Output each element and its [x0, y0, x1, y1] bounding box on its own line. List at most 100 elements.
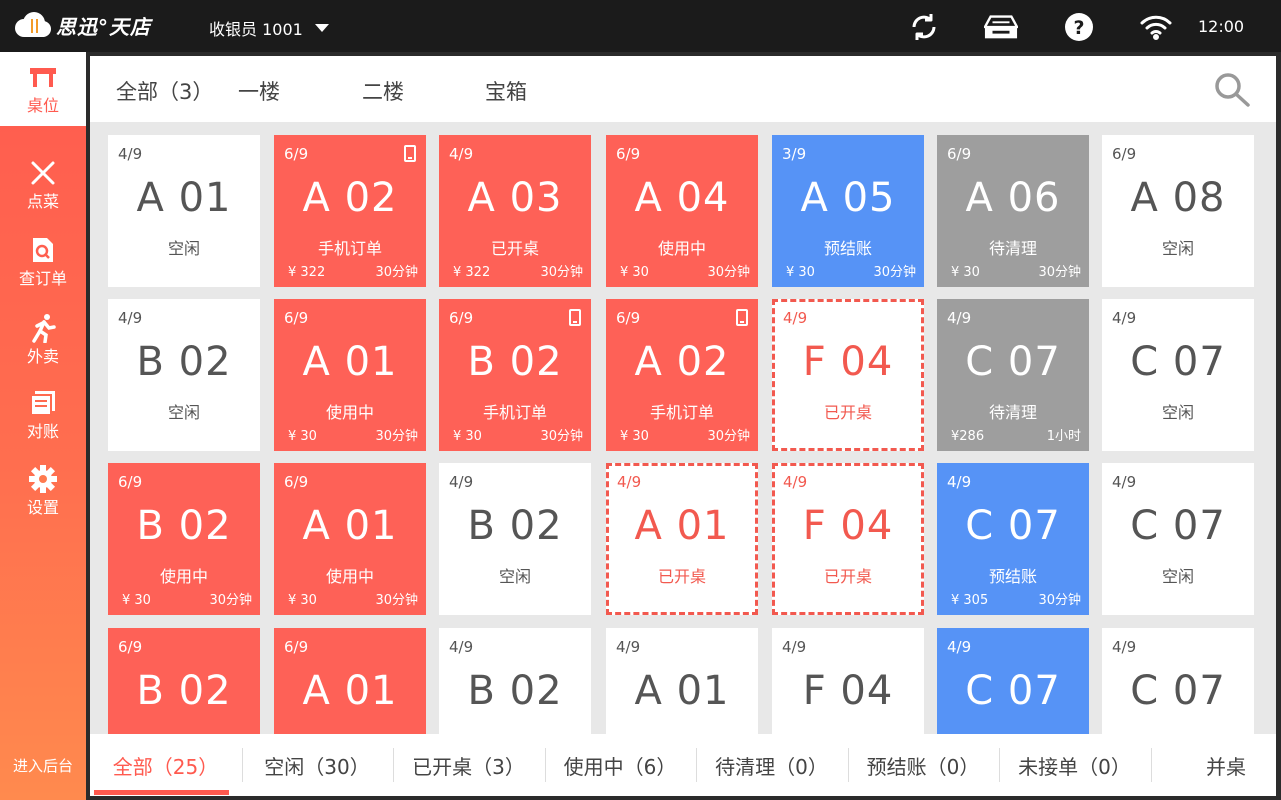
table-amount: ¥ 30	[122, 593, 151, 608]
table-name: F 04	[802, 339, 894, 385]
table-card[interactable]: 4/9 F 04 已开桌	[772, 463, 924, 615]
table-seats: 6/9	[616, 145, 641, 163]
tab-divider	[544, 748, 546, 782]
table-seats: 4/9	[118, 309, 143, 327]
table-card[interactable]: 6/9 A 04 使用中 ¥ 30 30分钟	[606, 135, 758, 287]
tab-first-floor[interactable]: 一楼	[238, 76, 280, 106]
cashier-label: 收银员 1001	[209, 20, 303, 39]
table-seats: 6/9	[118, 638, 143, 656]
table-card[interactable]: 4/9 C 07 预结账 ¥ 305 30分钟	[937, 463, 1089, 615]
sidebar-item-reconcile[interactable]: 对账	[0, 378, 86, 452]
table-name: B 02	[467, 503, 563, 549]
table-card[interactable]: 4/9 B 02	[439, 628, 591, 734]
sidebar-item-order[interactable]: 点菜	[0, 148, 86, 222]
table-card[interactable]: 6/9 A 01 使用中 ¥ 30 30分钟	[274, 463, 426, 615]
table-status: 空闲	[1161, 567, 1194, 586]
sync-icon[interactable]	[907, 10, 941, 44]
table-status: 待清理	[988, 403, 1037, 422]
table-card[interactable]: 4/9 C 07 空闲	[1102, 299, 1254, 451]
table-seats: 6/9	[1112, 145, 1137, 163]
help-icon[interactable]: ?	[1062, 10, 1096, 44]
mobile-order-icon	[736, 309, 748, 326]
cash-drawer-icon[interactable]	[984, 10, 1018, 44]
status-tab-in-use[interactable]: 使用中（6）	[545, 734, 696, 796]
table-duration: 30分钟	[1038, 593, 1081, 608]
table-card[interactable]: 4/9 C 07 待清理 ¥286 1小时	[937, 299, 1089, 451]
table-duration: 30分钟	[873, 265, 916, 280]
sidebar-item-label: 对账	[26, 422, 59, 441]
table-card[interactable]: 4/9 C 07	[1102, 628, 1254, 734]
table-card[interactable]: 3/9 A 05 预结账 ¥ 30 30分钟	[772, 135, 924, 287]
table-card[interactable]: 6/9 A 06 待清理 ¥ 30 30分钟	[937, 135, 1089, 287]
table-status: 手机订单	[482, 403, 547, 422]
sidebar-item-label: 查订单	[18, 269, 67, 288]
table-amount: ¥ 30	[620, 265, 649, 280]
tab-divider	[1150, 748, 1152, 782]
table-card[interactable]: 4/9 C 07 空闲	[1102, 463, 1254, 615]
tab-divider	[847, 748, 849, 782]
table-card[interactable]: 6/9 B 02 手机订单 ¥ 30 30分钟	[439, 299, 591, 451]
table-card[interactable]: 4/9 F 04	[772, 628, 924, 734]
table-seats: 4/9	[449, 473, 474, 491]
table-seats: 4/9	[782, 638, 807, 656]
table-card[interactable]: 6/9 A 08 空闲	[1102, 135, 1254, 287]
table-card[interactable]: 6/9 A 02 手机订单 ¥ 30 30分钟	[606, 299, 758, 451]
table-amount: ¥ 322	[453, 265, 491, 280]
status-filter-bar: 全部（25） 空闲（30） 已开桌（3） 使用中（6） 待清理（0） 预结账（0） 未接单（…	[90, 734, 1276, 796]
table-card[interactable]: 4/9 A 01 空闲	[108, 135, 260, 287]
status-tab-idle[interactable]: 空闲（30）	[242, 734, 393, 796]
table-card[interactable]: 4/9 B 02 空闲	[439, 463, 591, 615]
table-icon	[28, 62, 58, 92]
table-card[interactable]: 6/9 A 02 手机订单 ¥ 322 30分钟	[274, 135, 426, 287]
tab-second-floor[interactable]: 二楼	[362, 76, 404, 106]
table-card[interactable]: 4/9 A 01	[606, 628, 758, 734]
sidebar-item-label: 设置	[26, 498, 59, 517]
table-name: F 04	[802, 668, 894, 714]
status-tab-pre-checkout[interactable]: 预结账（0）	[848, 734, 999, 796]
status-tab-merge[interactable]: 并桌	[1151, 734, 1281, 796]
utensils-icon	[29, 158, 57, 188]
enter-backend-link[interactable]: 进入后台	[0, 755, 86, 776]
table-amount: ¥ 322	[288, 265, 326, 280]
chevron-down-icon	[314, 24, 329, 32]
order-search-icon	[31, 235, 55, 265]
table-status: 使用中	[159, 567, 208, 586]
table-card[interactable]: 4/9 A 01 已开桌	[606, 463, 758, 615]
tab-divider	[999, 748, 1000, 782]
table-card[interactable]: 4/9 A 03 已开桌 ¥ 322 30分钟	[439, 135, 591, 287]
table-name: F 04	[802, 503, 894, 549]
search-icon[interactable]	[1214, 72, 1252, 112]
status-tab-unaccepted[interactable]: 未接单（0）	[999, 734, 1150, 796]
sidebar-item-tables[interactable]: 桌位	[0, 52, 86, 126]
table-seats: 4/9	[947, 309, 972, 327]
table-status: 空闲	[1161, 403, 1194, 422]
tab-box[interactable]: 宝箱	[485, 76, 527, 106]
table-card[interactable]: 6/9 B 02 使用中 ¥ 30 30分钟	[108, 463, 260, 615]
floor-filter-bar: 全部（3） 一楼 二楼 宝箱	[90, 56, 1276, 122]
table-status: 已开桌	[490, 239, 539, 258]
cashier-dropdown[interactable]: 收银员 1001	[209, 16, 329, 40]
sidebar-item-settings[interactable]: 设置	[0, 454, 86, 528]
table-name: A 01	[302, 339, 398, 385]
logo-text: 思迅°天店	[56, 14, 151, 39]
table-name: B 02	[136, 503, 232, 549]
table-card[interactable]: 4/9 C 07	[937, 628, 1089, 734]
table-name: A 02	[634, 339, 730, 385]
table-amount: ¥ 30	[288, 429, 317, 444]
status-tab-opened[interactable]: 已开桌（3）	[393, 734, 544, 796]
sidebar-item-label: 桌位	[26, 96, 59, 115]
table-card[interactable]: 6/9 B 02	[108, 628, 260, 734]
sidebar-item-takeout[interactable]: 外卖	[0, 303, 86, 377]
status-tab-to-clean[interactable]: 待清理（0）	[696, 734, 847, 796]
tab-all[interactable]: 全部（3）	[116, 76, 213, 106]
sidebar-item-label: 外卖	[26, 347, 59, 366]
table-card[interactable]: 4/9 F 04 已开桌	[772, 299, 924, 451]
table-card[interactable]: 6/9 A 01 使用中 ¥ 30 30分钟	[274, 299, 426, 451]
table-seats: 6/9	[616, 309, 641, 327]
table-card[interactable]: 6/9 A 01	[274, 628, 426, 734]
sidebar-item-orders[interactable]: 查订单	[0, 225, 86, 299]
table-duration: 30分钟	[540, 265, 583, 280]
status-tab-all[interactable]: 全部（25）	[90, 734, 241, 796]
table-name: A 01	[634, 503, 730, 549]
table-card[interactable]: 4/9 B 02 空闲	[108, 299, 260, 451]
